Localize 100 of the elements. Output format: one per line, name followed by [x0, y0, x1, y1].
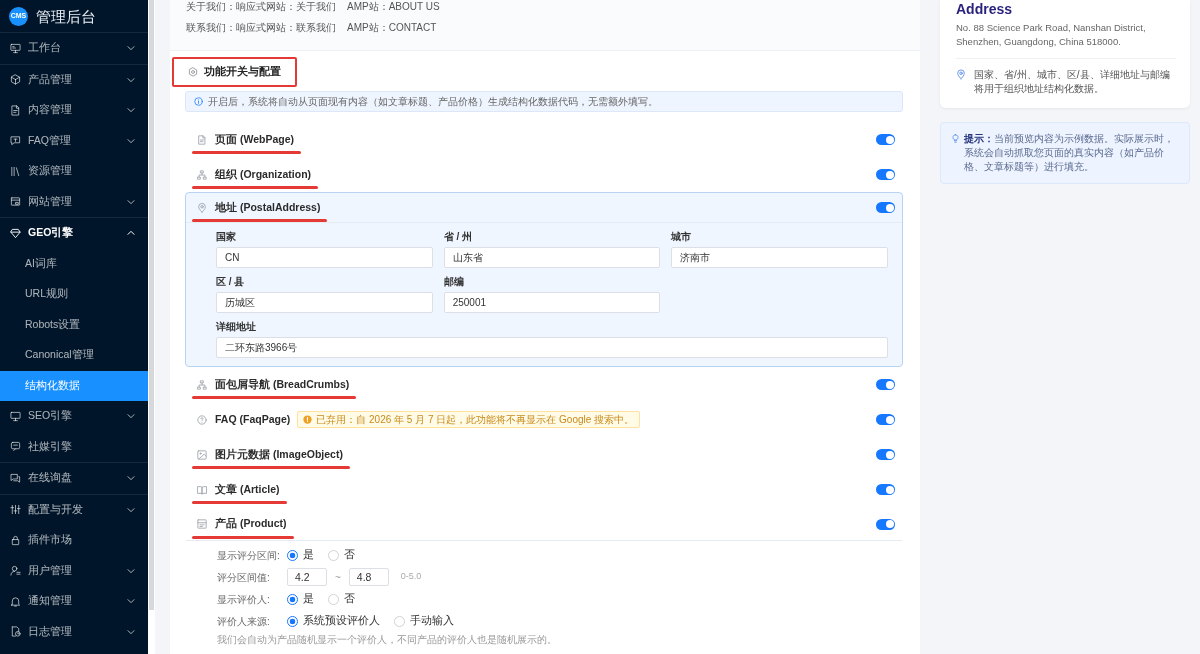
toggle-switch[interactable] — [876, 134, 895, 145]
browser-window-icon — [10, 196, 21, 208]
type-label: 文章 (Article) — [215, 481, 280, 497]
field-label: 城市 — [671, 230, 693, 244]
document-clock-icon — [10, 626, 21, 638]
preview-heading: Address — [956, 1, 1014, 18]
monitor-icon — [10, 42, 21, 54]
cube-icon — [10, 74, 21, 86]
type-label: 面包屑导航 (BreadCrumbs) — [215, 376, 350, 392]
radio-label: 否 — [344, 591, 355, 607]
sidebar-item[interactable]: 内容管理 — [0, 95, 148, 126]
toggle-switch[interactable] — [876, 518, 895, 530]
amp-link-text: AMP站：CONTACT — [347, 21, 437, 35]
sidebar-item[interactable]: 插件市场 — [0, 525, 148, 556]
info-icon — [194, 97, 203, 106]
tip-text: 提示：当前预览内容为示例数据。实际展示时，系统会自动抓取您页面的真实内容（如产品价格、文章标题等）进行填充。 — [964, 132, 1175, 174]
type-label: FAQ (FaqPage) — [215, 411, 291, 427]
sidebar-item[interactable]: 在线询盘 — [0, 463, 148, 494]
question-circle-icon — [197, 414, 207, 425]
app-title: 管理后台 — [36, 6, 96, 26]
sidebar-item[interactable]: 用户管理 — [0, 555, 148, 586]
text-field[interactable]: 历城区 — [216, 292, 433, 313]
note-text: 国家、省/州、城市、区/县、详细地址与邮编将用于组织地址结构化数据。 — [974, 68, 1171, 96]
sidebar-item[interactable]: 产品管理 — [0, 64, 148, 95]
radio-label: 是 — [303, 547, 314, 563]
chat-icon — [10, 441, 21, 453]
type-label: 产品 (Product) — [215, 516, 287, 532]
text-field[interactable]: 二环东路3966号 — [216, 337, 888, 358]
open-book-icon — [197, 484, 207, 495]
type-label: 图片元数据 (ImageObject) — [215, 446, 343, 462]
number-field[interactable]: 4.8 — [348, 568, 389, 586]
location-pin-icon — [197, 202, 207, 213]
warning-icon — [303, 415, 313, 424]
sidebar-item[interactable]: 资源管理 — [0, 156, 148, 187]
type-label: 组织 (Organization) — [215, 166, 312, 182]
list-panel-icon — [197, 519, 207, 529]
number-field[interactable]: 4.2 — [287, 568, 327, 586]
user-icon — [10, 565, 21, 577]
radio-label: 是 — [303, 591, 314, 607]
address-text: No. 88 Science Park Road, Nanshan District, Shenzhen, Guangdong, China 518000. — [956, 21, 1147, 49]
radio-button[interactable] — [287, 549, 298, 561]
books-icon — [10, 165, 21, 177]
field-label: 国家 — [216, 230, 237, 244]
deprecation-text: 已弃用：自 2026 年 5 月 7 日起，此功能将不再显示在 Google 搜索中。 — [316, 413, 635, 427]
lightbulb-icon — [951, 133, 960, 144]
section-title: 功能开关与配置 — [204, 64, 281, 80]
monitor-icon — [10, 410, 21, 422]
radio-button[interactable] — [287, 615, 298, 627]
site-link-text: 联系我们：响应式网站：联系我们 — [186, 21, 337, 35]
radio-label: 系统预设评价人 — [303, 613, 380, 629]
sidebar-subitem[interactable]: URL规则 — [0, 279, 148, 310]
sidebar-item[interactable]: 日志管理 — [0, 616, 148, 647]
sidebar-item[interactable]: 配置与开发 — [0, 494, 148, 525]
sidebar-item[interactable]: 工作台 — [0, 33, 148, 64]
radio-label: 否 — [344, 547, 355, 563]
amp-link-text: AMP站：ABOUT US — [347, 0, 440, 14]
type-label: 页面 (WebPage) — [215, 131, 294, 147]
radio-button[interactable] — [287, 593, 298, 605]
document-icon — [10, 104, 21, 116]
chat-icon — [10, 135, 21, 147]
sidebar-item[interactable]: 通知管理 — [0, 586, 148, 617]
option-label: 显示评价人: — [217, 592, 271, 607]
text-field[interactable]: CN — [216, 247, 433, 268]
gem-icon — [10, 227, 21, 239]
toggle-switch[interactable] — [876, 484, 895, 495]
sidebar-subitem[interactable]: AI词库 — [0, 248, 148, 279]
sidebar-subitem[interactable]: Canonical管理 — [0, 340, 148, 371]
sidebar-item[interactable]: 社媒引擎 — [0, 431, 148, 462]
range-separator: ~ — [335, 570, 341, 585]
field-label: 省 / 州 — [443, 230, 473, 244]
sidebar-item[interactable]: 网站管理 — [0, 186, 148, 217]
notice-text: 开启后，系统将自动从页面现有内容（如文章标题、产品价格）生成结构化数据代码，无需额外填写。 — [208, 95, 658, 109]
option-label: 显示评分区间: — [217, 548, 281, 563]
toggle-switch[interactable] — [876, 414, 895, 425]
image-icon — [197, 449, 207, 460]
toggle-switch[interactable] — [876, 169, 895, 180]
radio-label: 手动输入 — [410, 613, 454, 629]
toggle-switch[interactable] — [876, 202, 895, 213]
sliders-icon — [10, 504, 21, 516]
text-field[interactable]: 250001 — [443, 292, 661, 313]
toggle-switch[interactable] — [876, 449, 895, 460]
bell-icon — [10, 595, 21, 607]
toggle-switch[interactable] — [876, 379, 895, 390]
sidebar-item[interactable]: SEO引擎 — [0, 401, 148, 432]
range-hint: 0-5.0 — [400, 570, 422, 584]
document-icon — [197, 134, 207, 145]
sidebar-item[interactable]: GEO引擎 — [0, 218, 148, 249]
field-label: 详细地址 — [216, 320, 257, 334]
text-field[interactable]: 山东省 — [443, 247, 661, 268]
type-label: 地址 (PostalAddress) — [215, 199, 321, 215]
text-field[interactable]: 济南市 — [671, 247, 888, 268]
scrollbar-thumb[interactable] — [149, 0, 154, 610]
option-label: 评分区间值: — [217, 570, 271, 585]
lock-icon — [10, 534, 21, 546]
site-link-text: 关于我们：响应式网站：关于我们 — [186, 0, 337, 14]
sidebar-item[interactable]: FAQ管理 — [0, 125, 148, 156]
option-label: 评价人来源: — [217, 614, 271, 629]
sidebar-subitem[interactable]: Robots设置 — [0, 309, 148, 340]
location-pin-icon — [956, 69, 966, 80]
settings-icon — [188, 67, 198, 77]
